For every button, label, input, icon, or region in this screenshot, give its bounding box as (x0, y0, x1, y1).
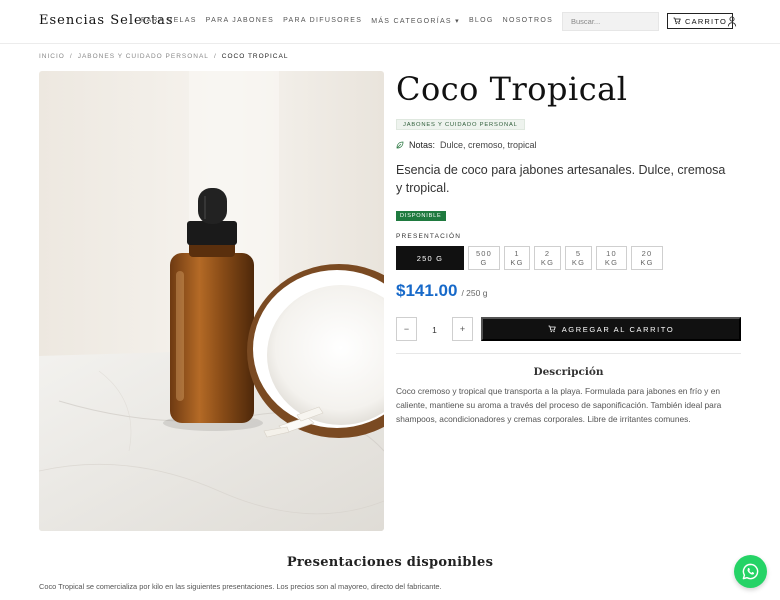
add-to-cart-button[interactable]: AGREGAR AL CARRITO (481, 317, 741, 341)
size-options: 250 G 500 G 1 KG 2 KG 5 KG 10 KG 20 KG (396, 246, 663, 270)
notes-value: Dulce, cremoso, tropical (440, 140, 537, 150)
product-title: Coco Tropical (396, 70, 628, 108)
product-notes: Notas: Dulce, cremoso, tropical (396, 140, 537, 150)
add-to-cart-label: AGREGAR AL CARRITO (561, 324, 675, 334)
quantity-input[interactable] (417, 317, 452, 341)
presentation-label: PRESENTACIÓN (396, 233, 462, 240)
main-nav: PARA VELAS PARA JABONES PARA DIFUSORES M… (141, 17, 553, 25)
breadcrumb: INICIO / JABONES Y CUIDADO PERSONAL / CO… (39, 53, 288, 60)
size-option-10kg[interactable]: 10 KG (596, 246, 627, 270)
nav-item-para-velas[interactable]: PARA VELAS (141, 17, 197, 25)
size-option-2kg[interactable]: 2 KG (534, 246, 561, 270)
whatsapp-button[interactable] (734, 555, 767, 588)
size-option-5kg[interactable]: 5 KG (565, 246, 592, 270)
user-icon[interactable] (727, 16, 737, 27)
price-value: $141.00 (396, 281, 458, 300)
cart-icon (673, 17, 681, 25)
breadcrumb-separator: / (69, 53, 73, 60)
size-option-250g[interactable]: 250 G (396, 246, 464, 270)
size-option-1kg[interactable]: 1 KG (504, 246, 530, 270)
breadcrumb-separator: / (213, 53, 217, 60)
cart-icon (548, 325, 556, 333)
site-header: Esencias Selectas PARA VELAS PARA JABONE… (0, 0, 780, 44)
whatsapp-icon (742, 563, 759, 580)
quantity-increase-button[interactable]: + (452, 317, 473, 341)
leaf-icon (396, 141, 404, 149)
breadcrumb-current: COCO TROPICAL (221, 53, 289, 60)
nav-item-para-jabones[interactable]: PARA JABONES (206, 17, 274, 25)
size-option-20kg[interactable]: 20 KG (631, 246, 663, 270)
category-badge[interactable]: JABONES Y CUIDADO PERSONAL (396, 119, 525, 130)
nav-item-mas-categorias[interactable]: MÁS CATEGORÍAS ▾ (371, 17, 460, 25)
divider (396, 353, 741, 354)
size-option-500g[interactable]: 500 G (468, 246, 500, 270)
presentations-heading: Presentaciones disponibles (286, 555, 494, 570)
breadcrumb-category[interactable]: JABONES Y CUIDADO PERSONAL (78, 53, 209, 60)
nav-item-para-difusores[interactable]: PARA DIFUSORES (283, 17, 362, 25)
cart-label: CARRITO (685, 16, 728, 26)
notes-label: Notas: (409, 140, 436, 150)
product-photo (39, 71, 384, 531)
product-image (39, 71, 384, 531)
status-badge: DISPONIBLE (396, 211, 446, 221)
nav-item-blog[interactable]: BLOG (469, 17, 494, 25)
price: $141.00 / 250 g (396, 281, 487, 301)
quantity-stepper: − + (396, 317, 473, 341)
search-input[interactable] (562, 12, 659, 31)
breadcrumb-home[interactable]: INICIO (39, 53, 65, 60)
price-unit: / 250 g (461, 288, 488, 298)
quantity-decrease-button[interactable]: − (396, 317, 417, 341)
product-lead: Esencia de coco para jabones artesanales… (396, 163, 726, 195)
description-heading: Descripción (533, 366, 604, 378)
nav-item-nosotros[interactable]: NOSOTROS (503, 17, 553, 25)
cart-button[interactable]: CARRITO (667, 13, 734, 29)
description-body: Coco cremoso y tropical que transporta a… (396, 386, 722, 424)
presentations-subtext: Coco Tropical se comercializa por kilo e… (39, 582, 442, 591)
